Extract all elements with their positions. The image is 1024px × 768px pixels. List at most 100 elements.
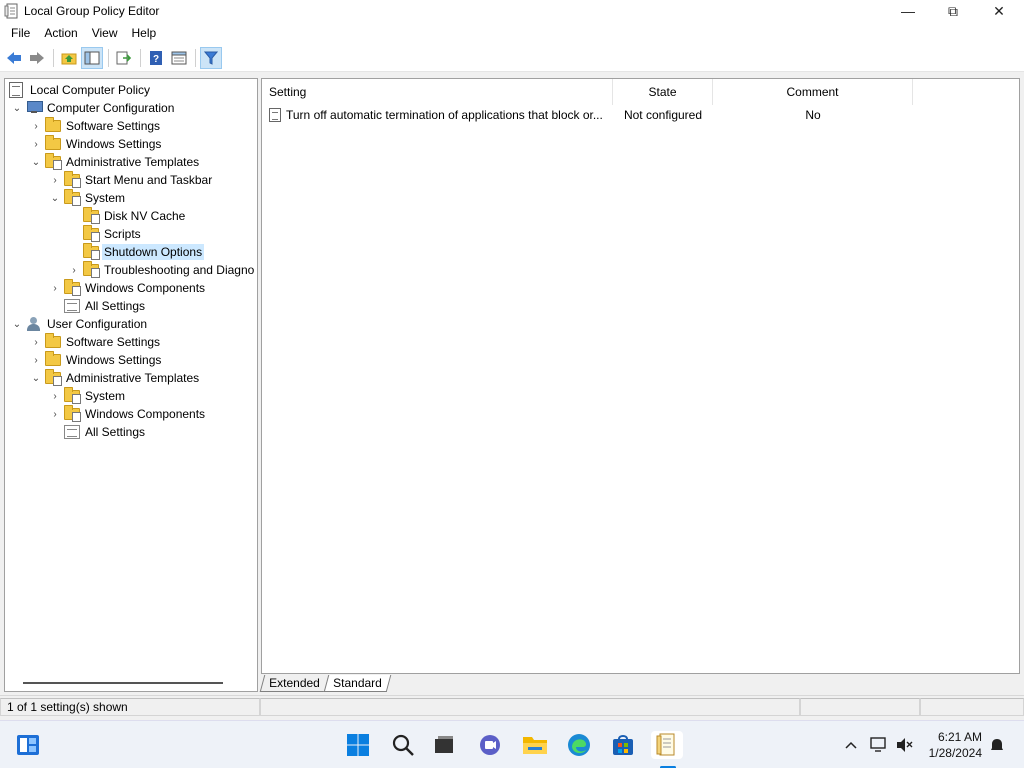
settings-list[interactable]: Setting State Comment Turn off automatic… xyxy=(261,78,1020,674)
tree-node-uc-system[interactable]: › System xyxy=(49,387,127,405)
notification-button[interactable] xyxy=(987,721,1007,768)
store-icon xyxy=(613,735,633,755)
tree-node-cc-windows-settings[interactable]: › Windows Settings xyxy=(30,135,163,153)
chevron-right-icon[interactable]: › xyxy=(49,387,61,405)
policy-folder-icon xyxy=(83,261,100,278)
horizontal-scrollbar[interactable] xyxy=(23,682,223,684)
clock[interactable]: 6:21 AM 1/28/2024 xyxy=(929,729,982,761)
tree-node-scripts[interactable]: Scripts xyxy=(68,225,143,243)
network-button[interactable] xyxy=(869,721,889,768)
tree-node-cc-software-settings[interactable]: › Software Settings xyxy=(30,117,162,135)
tab-standard[interactable]: Standard xyxy=(323,675,391,692)
policy-folder-icon xyxy=(64,279,81,296)
start-icon xyxy=(347,734,369,756)
chevron-right-icon[interactable]: › xyxy=(30,333,42,351)
policy-folder-icon xyxy=(45,369,62,386)
title-bar: Local Group Policy Editor — ⧉ ✕ xyxy=(0,0,1024,22)
show-hidden-icons-button[interactable] xyxy=(842,721,860,768)
clock-time: 6:21 AM xyxy=(937,730,982,744)
view-tabs: Extended Standard xyxy=(259,675,391,692)
window-title: Local Group Policy Editor xyxy=(24,4,160,18)
tree-node-uc-windows-components[interactable]: › Windows Components xyxy=(49,405,207,423)
policy-document-icon xyxy=(9,82,25,98)
chevron-right-icon[interactable]: › xyxy=(68,261,80,279)
restore-icon: ⧉ xyxy=(948,2,958,19)
chevron-right-icon[interactable]: › xyxy=(49,171,61,189)
network-icon xyxy=(870,737,886,752)
tab-extended[interactable]: Extended xyxy=(259,675,329,692)
chevron-right-icon[interactable]: › xyxy=(30,351,42,369)
column-header-state[interactable]: State xyxy=(613,79,713,105)
back-button[interactable] xyxy=(3,47,25,69)
store-button[interactable] xyxy=(609,731,637,759)
tree-node-cc-all-settings[interactable]: All Settings xyxy=(49,297,147,315)
tree-node-uc-windows-settings[interactable]: › Windows Settings xyxy=(30,351,163,369)
chevron-right-icon[interactable]: › xyxy=(49,279,61,297)
tree-node-start-menu-and-taskbar[interactable]: › Start Menu and Taskbar xyxy=(49,171,214,189)
policy-folder-icon xyxy=(83,225,100,242)
menu-action[interactable]: Action xyxy=(37,26,84,40)
tree-node-uc-administrative-templates[interactable]: ⌄ Administrative Templates xyxy=(30,369,201,387)
chat-button[interactable] xyxy=(476,731,504,759)
chevron-down-icon[interactable]: ⌄ xyxy=(11,99,23,117)
file-explorer-icon xyxy=(523,737,547,754)
tree-node-troubleshooting-and-diagnostics[interactable]: › Troubleshooting and Diagno xyxy=(68,261,256,279)
menu-bar: File Action View Help xyxy=(0,22,1024,44)
properties-view-icon xyxy=(171,51,187,64)
menu-help[interactable]: Help xyxy=(125,26,164,40)
chevron-right-icon[interactable]: › xyxy=(49,405,61,423)
search-button[interactable] xyxy=(389,731,417,759)
column-header-comment[interactable]: Comment xyxy=(713,79,913,105)
show-hide-tree-button[interactable] xyxy=(81,46,103,69)
file-explorer-button[interactable] xyxy=(521,731,549,759)
help-button[interactable]: ? xyxy=(145,47,167,69)
policy-folder-icon xyxy=(64,189,81,206)
tree-node-local-computer-policy[interactable]: Local Computer Policy xyxy=(7,81,152,99)
chevron-right-icon[interactable]: › xyxy=(30,135,42,153)
console-tree[interactable]: Local Computer Policy ⌄ Computer Configu… xyxy=(4,78,258,692)
group-policy-editor-taskbar-button[interactable] xyxy=(651,731,683,759)
filter-button[interactable] xyxy=(200,46,222,69)
tree-node-cc-administrative-templates[interactable]: ⌄ Administrative Templates xyxy=(30,153,201,171)
up-one-level-button[interactable] xyxy=(58,47,80,69)
tree-node-uc-all-settings[interactable]: All Settings xyxy=(49,423,147,441)
tree-node-disk-nv-cache[interactable]: Disk NV Cache xyxy=(68,207,187,225)
toolbar-separator xyxy=(108,48,109,67)
tree-node-shutdown-options[interactable]: Shutdown Options xyxy=(68,243,205,261)
back-arrow-icon xyxy=(7,51,21,64)
edge-button[interactable] xyxy=(565,731,593,759)
export-list-button[interactable] xyxy=(113,47,135,69)
tree-node-computer-configuration[interactable]: ⌄ Computer Configuration xyxy=(11,99,176,117)
widgets-button[interactable] xyxy=(14,731,42,759)
computer-icon xyxy=(26,100,43,116)
tree-node-cc-windows-components[interactable]: › Windows Components xyxy=(49,279,207,297)
volume-button[interactable] xyxy=(895,721,915,768)
chevron-down-icon[interactable]: ⌄ xyxy=(11,315,23,333)
tree-node-user-configuration[interactable]: ⌄ User Configuration xyxy=(11,315,149,333)
folder-icon xyxy=(45,351,61,368)
table-row[interactable]: Turn off automatic termination of applic… xyxy=(262,106,913,124)
chevron-down-icon[interactable]: ⌄ xyxy=(30,369,42,387)
menu-file[interactable]: File xyxy=(4,26,37,40)
chevron-down-icon[interactable]: ⌄ xyxy=(30,153,42,171)
chevron-right-icon[interactable]: › xyxy=(30,117,42,135)
start-button[interactable] xyxy=(344,731,372,759)
task-view-button[interactable] xyxy=(430,731,458,759)
folder-icon xyxy=(45,135,61,152)
menu-view[interactable]: View xyxy=(85,26,125,40)
all-settings-icon xyxy=(64,424,80,440)
minimize-button[interactable]: — xyxy=(885,0,931,22)
chevron-down-icon[interactable]: ⌄ xyxy=(49,189,61,207)
user-icon xyxy=(26,316,42,332)
tree-node-cc-system[interactable]: ⌄ System xyxy=(49,189,127,207)
close-button[interactable]: ✕ xyxy=(976,0,1022,22)
forward-button[interactable] xyxy=(26,47,48,69)
list-header: Setting State Comment xyxy=(262,79,1019,105)
properties-view-button[interactable] xyxy=(168,47,190,69)
column-header-setting[interactable]: Setting xyxy=(262,79,613,105)
tree-node-uc-software-settings[interactable]: › Software Settings xyxy=(30,333,162,351)
policy-folder-icon xyxy=(64,171,81,188)
maximize-button[interactable]: ⧉ xyxy=(930,0,976,22)
folder-icon xyxy=(45,117,61,134)
policy-folder-icon xyxy=(45,153,62,170)
